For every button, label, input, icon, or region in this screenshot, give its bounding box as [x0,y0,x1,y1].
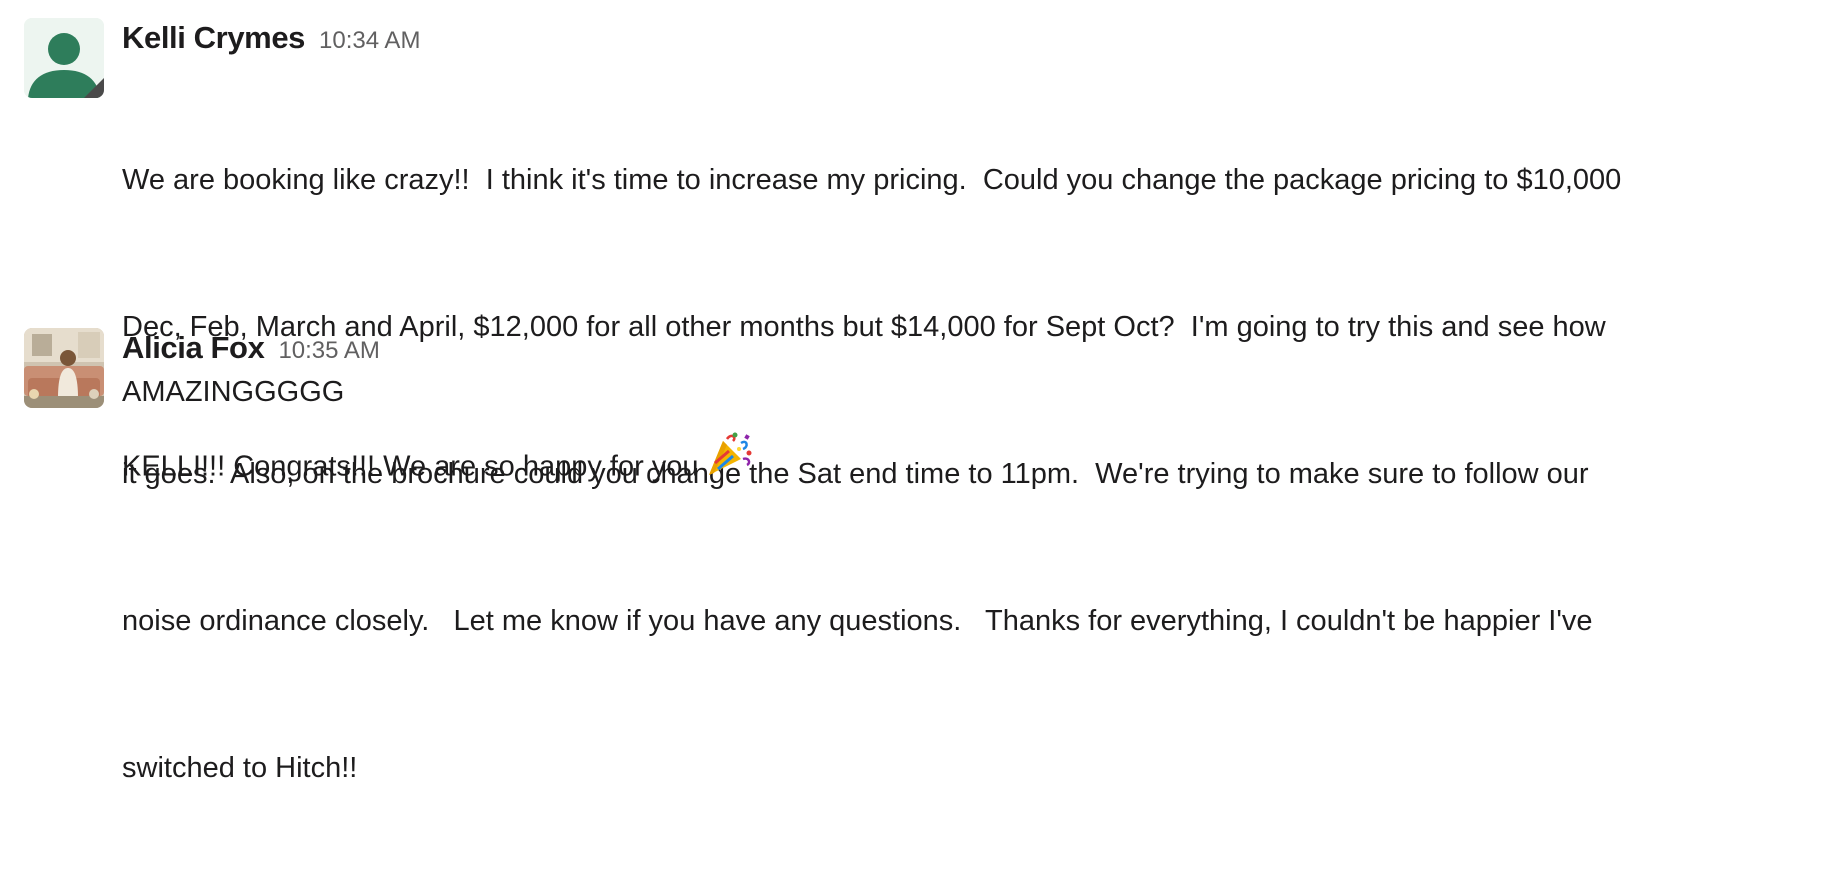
avatar[interactable] [24,328,104,408]
message-line: noise ordinance closely. Let me know if … [122,605,1593,637]
message-text: KELLI!!! Congrats!!! We are so happy for… [122,432,1840,501]
sender-name[interactable]: Kelli Crymes [122,20,305,55]
user-photo-avatar-icon [24,328,104,408]
sender-name[interactable]: Alicia Fox [122,330,265,365]
message-header: Kelli Crymes 10:34 AM [122,18,1840,58]
message-line: We are booking like crazy!! I think it's… [122,164,1622,196]
message-line: switched to Hitch!! [122,752,358,784]
avatar[interactable] [24,18,104,98]
default-user-avatar-icon [24,18,104,98]
message-content: Alicia Fox 10:35 AM AMAZINGGGGG KELLI!!! … [122,328,1840,501]
message-text-content: KELLI!!! Congrats!!! We are so happy for… [122,450,699,483]
party-popper-emoji-icon [703,429,753,495]
message-text: AMAZINGGGGG [122,376,345,408]
message-timestamp[interactable]: 10:35 AM [278,337,379,364]
message-timestamp[interactable]: 10:34 AM [319,27,420,54]
message-header: Alicia Fox 10:35 AM [122,328,1840,368]
